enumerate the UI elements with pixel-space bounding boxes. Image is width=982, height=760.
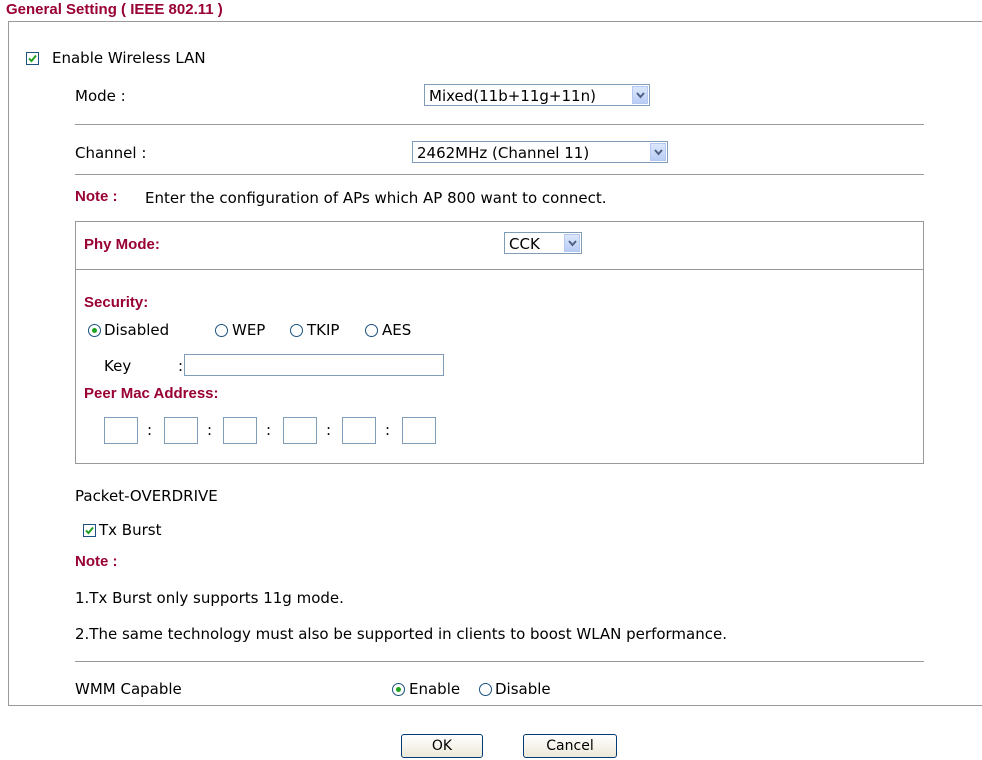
phy-mode-select[interactable]: CCK — [504, 232, 582, 254]
chevron-down-icon — [568, 240, 577, 247]
cancel-button[interactable]: Cancel — [523, 734, 617, 758]
wmm-option-disable: Disable — [495, 680, 551, 698]
security-radio-disabled[interactable] — [88, 324, 101, 337]
note-text: Enter the configuration of APs which AP … — [145, 189, 607, 207]
divider — [75, 661, 924, 662]
channel-dropdown-arrow[interactable] — [650, 143, 666, 161]
mac-separator: : — [326, 421, 332, 439]
key-input[interactable] — [184, 354, 444, 376]
note-label: Note : — [75, 553, 118, 570]
key-separator: : — [178, 357, 184, 375]
mode-select-value: Mixed(11b+11g+11n) — [429, 87, 596, 105]
radio-selected-dot — [396, 687, 401, 692]
mac-octet-1[interactable] — [104, 417, 138, 444]
mac-separator: : — [385, 421, 391, 439]
divider — [75, 269, 924, 270]
security-radio-tkip[interactable] — [290, 324, 303, 337]
security-option-disabled: Disabled — [104, 321, 170, 339]
tx-burst-label: Tx Burst — [99, 521, 162, 539]
mac-octet-4[interactable] — [283, 417, 317, 444]
frame-bottom-border — [8, 705, 982, 706]
mac-separator: : — [147, 421, 153, 439]
phy-mode-select-value: CCK — [509, 235, 540, 253]
mac-octet-6[interactable] — [402, 417, 436, 444]
checkmark-icon — [28, 54, 37, 63]
security-option-tkip: TKIP — [307, 321, 340, 339]
divider — [75, 124, 924, 125]
enable-wireless-checkbox[interactable] — [26, 52, 39, 65]
tx-burst-checkbox[interactable] — [83, 524, 96, 537]
page-title: General Setting ( IEEE 802.11 ) — [6, 1, 223, 18]
security-label: Security: — [84, 294, 149, 311]
security-option-wep: WEP — [232, 321, 266, 339]
enable-wireless-label: Enable Wireless LAN — [52, 49, 206, 67]
ap-box-bottom — [75, 463, 924, 464]
channel-label: Channel : — [75, 144, 147, 162]
mode-select[interactable]: Mixed(11b+11g+11n) — [424, 84, 650, 106]
phy-mode-dropdown-arrow[interactable] — [564, 234, 580, 252]
ap-box-left — [75, 221, 76, 464]
peer-mac-label: Peer Mac Address: — [84, 385, 219, 402]
channel-select[interactable]: 2462MHz (Channel 11) — [412, 141, 668, 163]
wmm-radio-disable[interactable] — [479, 683, 492, 696]
ap-box-top — [75, 221, 924, 222]
mac-octet-3[interactable] — [223, 417, 257, 444]
frame-top-border — [8, 21, 982, 22]
note-line-1: 1.Tx Burst only supports 11g mode. — [75, 589, 344, 607]
note-label: Note : — [75, 188, 118, 205]
chevron-down-icon — [636, 92, 645, 99]
wmm-label: WMM Capable — [75, 680, 182, 698]
checkmark-icon — [85, 526, 94, 535]
mac-octet-5[interactable] — [342, 417, 376, 444]
channel-select-value: 2462MHz (Channel 11) — [417, 144, 590, 162]
chevron-down-icon — [654, 149, 663, 156]
packet-overdrive-label: Packet-OVERDRIVE — [75, 487, 218, 505]
mac-separator: : — [207, 421, 213, 439]
frame-left-border — [8, 21, 9, 706]
radio-selected-dot — [92, 328, 97, 333]
mac-octet-2[interactable] — [164, 417, 198, 444]
security-radio-wep[interactable] — [215, 324, 228, 337]
ap-box-right — [923, 221, 924, 464]
mode-dropdown-arrow[interactable] — [632, 86, 648, 104]
mac-separator: : — [266, 421, 272, 439]
security-radio-aes[interactable] — [365, 324, 378, 337]
phy-mode-label: Phy Mode: — [84, 236, 160, 253]
note-line-2: 2.The same technology must also be suppo… — [75, 625, 727, 643]
ok-button[interactable]: OK — [401, 734, 483, 758]
security-option-aes: AES — [382, 321, 412, 339]
divider — [75, 174, 924, 175]
wmm-option-enable: Enable — [409, 680, 461, 698]
mode-label: Mode : — [75, 87, 126, 105]
wmm-radio-enable[interactable] — [392, 683, 405, 696]
key-label: Key — [104, 357, 132, 375]
